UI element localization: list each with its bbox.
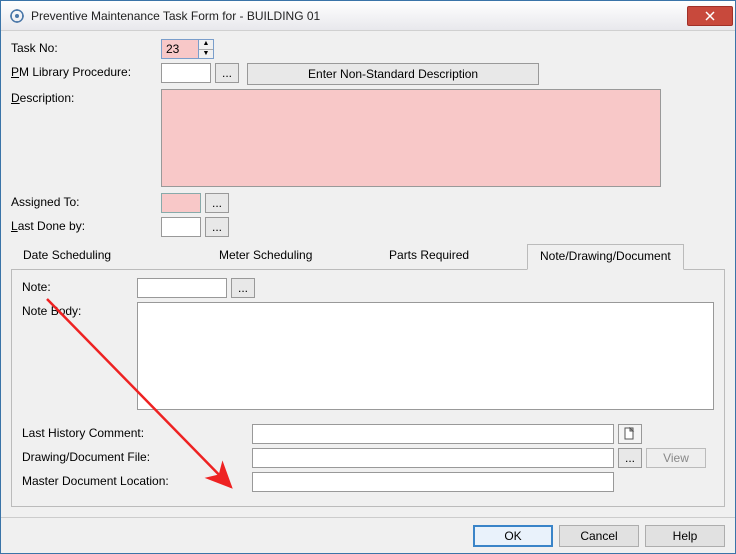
view-button[interactable]: View — [646, 448, 706, 468]
pmlib-browse-button[interactable]: ... — [215, 63, 239, 83]
description-textarea[interactable] — [161, 89, 661, 187]
tab-strip: Date Scheduling Meter Scheduling Parts R… — [11, 243, 725, 270]
drawfile-label: Drawing/Document File: — [22, 448, 252, 464]
ok-button[interactable]: OK — [473, 525, 553, 547]
copy-button[interactable] — [618, 424, 642, 444]
tab-date-scheduling[interactable]: Date Scheduling — [11, 244, 207, 270]
taskno-input[interactable] — [162, 40, 198, 58]
notebody-textarea[interactable] — [137, 302, 714, 410]
taskno-spin[interactable]: ▲▼ — [198, 40, 213, 58]
drawfile-input[interactable] — [252, 448, 614, 468]
window-title: Preventive Maintenance Task Form for - B… — [31, 9, 687, 23]
master-input[interactable] — [252, 472, 614, 492]
lastdone-label: Last Done by: — [11, 217, 161, 233]
tab-meter-scheduling[interactable]: Meter Scheduling — [207, 244, 377, 270]
nonstd-desc-button[interactable]: Enter Non-Standard Description — [247, 63, 539, 85]
document-icon — [624, 427, 636, 441]
assigned-input[interactable] — [161, 193, 201, 213]
dialog-footer: OK Cancel Help — [1, 517, 735, 553]
lastdone-input[interactable] — [161, 217, 201, 237]
assigned-label: Assigned To: — [11, 193, 161, 209]
description-label: Description: — [11, 89, 161, 105]
note-input[interactable] — [137, 278, 227, 298]
dialog-window: Preventive Maintenance Task Form for - B… — [0, 0, 736, 554]
cancel-button[interactable]: Cancel — [559, 525, 639, 547]
drawfile-browse-button[interactable]: ... — [618, 448, 642, 468]
taskno-label: Task No: — [11, 39, 161, 55]
lasthist-input[interactable] — [252, 424, 614, 444]
tab-parts-required[interactable]: Parts Required — [377, 244, 527, 270]
help-button[interactable]: Help — [645, 525, 725, 547]
app-icon — [9, 8, 25, 24]
note-label: Note: — [22, 278, 137, 294]
notebody-label: Note Body: — [22, 302, 137, 318]
pmlib-label: PM Library Procedure: — [11, 63, 161, 79]
tab-panel: Note: ... Note Body: Last History Commen… — [11, 270, 725, 507]
form-body: Task No: ▲▼ PM Library Procedure: ... En… — [1, 31, 735, 553]
titlebar: Preventive Maintenance Task Form for - B… — [1, 1, 735, 31]
close-button[interactable] — [687, 6, 733, 26]
spin-up-icon[interactable]: ▲ — [199, 40, 213, 50]
close-icon — [705, 11, 715, 21]
note-browse-button[interactable]: ... — [231, 278, 255, 298]
taskno-stepper[interactable]: ▲▼ — [161, 39, 214, 59]
assigned-browse-button[interactable]: ... — [205, 193, 229, 213]
tab-note-drawing-document[interactable]: Note/Drawing/Document — [527, 244, 684, 270]
spin-down-icon[interactable]: ▼ — [199, 50, 213, 59]
pmlib-input[interactable] — [161, 63, 211, 83]
lastdone-browse-button[interactable]: ... — [205, 217, 229, 237]
master-label: Master Document Location: — [22, 472, 252, 488]
lasthist-label: Last History Comment: — [22, 424, 252, 440]
